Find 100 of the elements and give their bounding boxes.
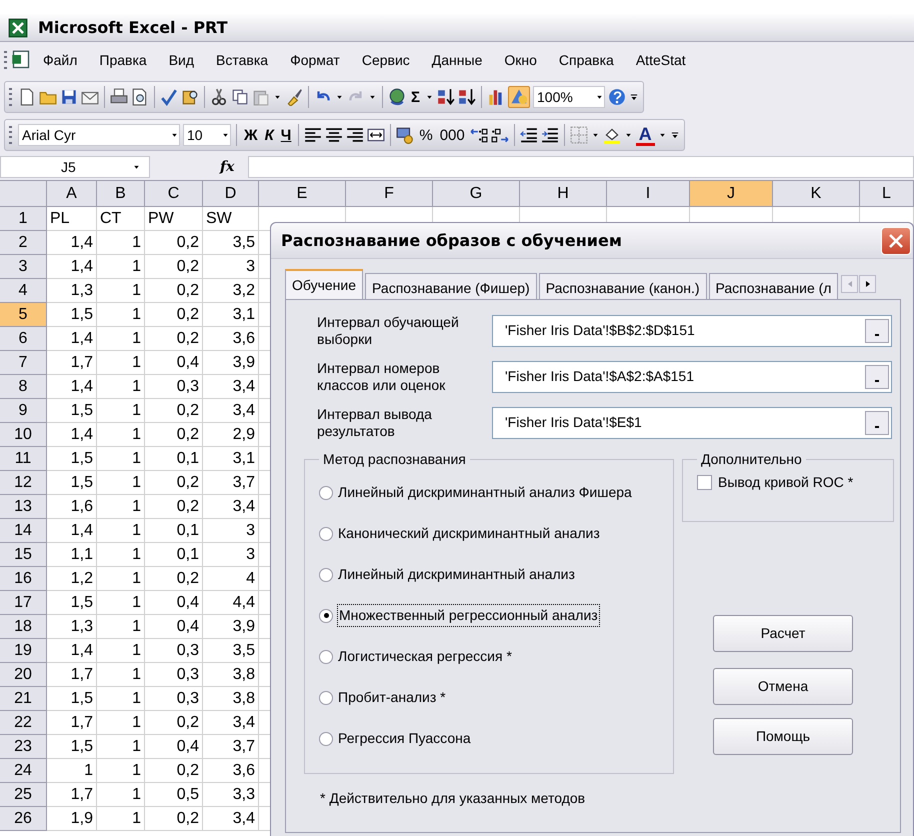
name-box[interactable]: J5 (0, 156, 150, 178)
sort-ascending-icon[interactable] (437, 88, 456, 106)
align-center-icon[interactable] (325, 126, 344, 144)
table-cell[interactable]: 1,1 (47, 543, 97, 567)
font-dropdown[interactable]: Arial Cyr (18, 124, 180, 146)
table-cell[interactable]: 1 (97, 639, 145, 663)
table-cell[interactable]: 0,2 (145, 567, 203, 591)
table-cell[interactable]: 3,4 (203, 399, 259, 423)
table-cell[interactable]: 1,3 (47, 279, 97, 303)
table-cell[interactable]: 0,2 (145, 255, 203, 279)
radio-button[interactable] (319, 526, 333, 540)
table-cell[interactable]: 0,2 (145, 759, 203, 783)
row-header[interactable]: 9 (0, 399, 47, 423)
row-header[interactable]: 4 (0, 279, 47, 303)
table-cell[interactable]: 1 (97, 591, 145, 615)
table-cell[interactable]: 1,2 (47, 567, 97, 591)
option-label[interactable]: Линейный дискриминантный анализ Фишера (338, 482, 632, 503)
table-cell[interactable]: 0,2 (145, 399, 203, 423)
table-cell[interactable]: 0,4 (145, 735, 203, 759)
range-field[interactable]: 'Fisher Iris Data'!$E$1 (492, 406, 892, 438)
table-cell[interactable]: PW (145, 207, 203, 231)
checkbox[interactable] (697, 475, 712, 490)
table-cell[interactable]: 1 (97, 375, 145, 399)
table-cell[interactable]: 0,2 (145, 807, 203, 831)
column-header[interactable]: I (607, 181, 690, 207)
row-header[interactable]: 14 (0, 519, 47, 543)
currency-icon[interactable] (396, 126, 414, 144)
row-header[interactable]: 13 (0, 495, 47, 519)
row-header[interactable]: 17 (0, 591, 47, 615)
table-cell[interactable]: 3,9 (203, 615, 259, 639)
table-cell[interactable]: 3,4 (203, 495, 259, 519)
fill-color-icon[interactable] (602, 126, 621, 144)
table-cell[interactable]: 0,2 (145, 279, 203, 303)
radio-button[interactable] (319, 608, 333, 622)
tab[interactable]: Распознавание (л (708, 273, 838, 299)
copy-icon[interactable] (231, 88, 249, 106)
table-cell[interactable]: 1,5 (47, 591, 97, 615)
table-cell[interactable]: 0,2 (145, 471, 203, 495)
table-cell[interactable]: 1 (47, 759, 97, 783)
row-header[interactable]: 5 (0, 303, 47, 327)
percent-button[interactable]: % (417, 128, 435, 142)
underline-button[interactable]: Ч (278, 128, 294, 142)
checkbox-label[interactable]: Вывод кривой ROC * (718, 472, 854, 493)
table-cell[interactable]: 3,1 (203, 303, 259, 327)
align-left-icon[interactable] (304, 126, 322, 144)
table-cell[interactable]: 1 (97, 327, 145, 351)
row-header[interactable]: 24 (0, 759, 47, 783)
table-cell[interactable]: 1,5 (47, 303, 97, 327)
table-cell[interactable]: 1,5 (47, 399, 97, 423)
table-cell[interactable]: 0,4 (145, 615, 203, 639)
option-label[interactable]: Множественный регрессионный анализ (338, 605, 599, 626)
row-header[interactable]: 25 (0, 783, 47, 807)
table-cell[interactable]: 0,4 (145, 351, 203, 375)
table-cell[interactable]: 1 (97, 567, 145, 591)
table-cell[interactable]: 1,4 (47, 231, 97, 255)
menu-item[interactable]: Окно (493, 48, 548, 72)
table-cell[interactable]: 4 (203, 567, 259, 591)
table-cell[interactable]: 1,5 (47, 447, 97, 471)
table-cell[interactable]: 1 (97, 303, 145, 327)
row-header[interactable]: 16 (0, 567, 47, 591)
radio-button[interactable] (319, 650, 333, 664)
table-cell[interactable]: 0,3 (145, 375, 203, 399)
table-cell[interactable]: 3,6 (203, 759, 259, 783)
table-cell[interactable]: 0,2 (145, 423, 203, 447)
table-cell[interactable]: 0,3 (145, 639, 203, 663)
table-cell[interactable]: 3,2 (203, 279, 259, 303)
tab[interactable]: Распознавание (Фишер) (365, 273, 537, 299)
dialog-button[interactable]: Помощь (713, 718, 853, 755)
range-field[interactable]: 'Fisher Iris Data'!$A$2:$A$151 (492, 360, 892, 392)
option-label[interactable]: Пробит-анализ * (338, 687, 446, 708)
table-cell[interactable]: 1 (97, 711, 145, 735)
table-cell[interactable]: 1,5 (47, 687, 97, 711)
table-cell[interactable]: 1,4 (47, 639, 97, 663)
row-header[interactable]: 8 (0, 375, 47, 399)
table-cell[interactable]: 3,3 (203, 783, 259, 807)
italic-button[interactable]: К (262, 128, 276, 142)
table-cell[interactable]: PL (47, 207, 97, 231)
table-cell[interactable]: 1,7 (47, 711, 97, 735)
column-header[interactable]: B (97, 181, 145, 207)
table-cell[interactable]: 1,5 (47, 735, 97, 759)
menu-item[interactable]: Вид (158, 48, 206, 72)
row-header[interactable]: 23 (0, 735, 47, 759)
bold-button[interactable]: Ж (242, 128, 260, 142)
column-header[interactable]: E (259, 181, 346, 207)
row-header[interactable]: 1 (0, 207, 47, 231)
row-header[interactable]: 11 (0, 447, 47, 471)
table-cell[interactable]: 0,4 (145, 591, 203, 615)
table-cell[interactable]: 0,2 (145, 327, 203, 351)
table-cell[interactable]: 1,3 (47, 615, 97, 639)
decrease-indent-icon[interactable] (520, 126, 538, 144)
scroll-right-button[interactable] (859, 275, 876, 293)
collapse-button[interactable] (865, 364, 889, 388)
row-header[interactable]: 18 (0, 615, 47, 639)
option-label[interactable]: Линейный дискриминантный анализ (338, 564, 575, 585)
table-cell[interactable]: 3,1 (203, 447, 259, 471)
table-cell[interactable]: 1 (97, 255, 145, 279)
table-cell[interactable]: CT (97, 207, 145, 231)
table-cell[interactable]: 3,8 (203, 663, 259, 687)
radio-button[interactable] (319, 732, 333, 746)
table-cell[interactable]: 0,5 (145, 783, 203, 807)
